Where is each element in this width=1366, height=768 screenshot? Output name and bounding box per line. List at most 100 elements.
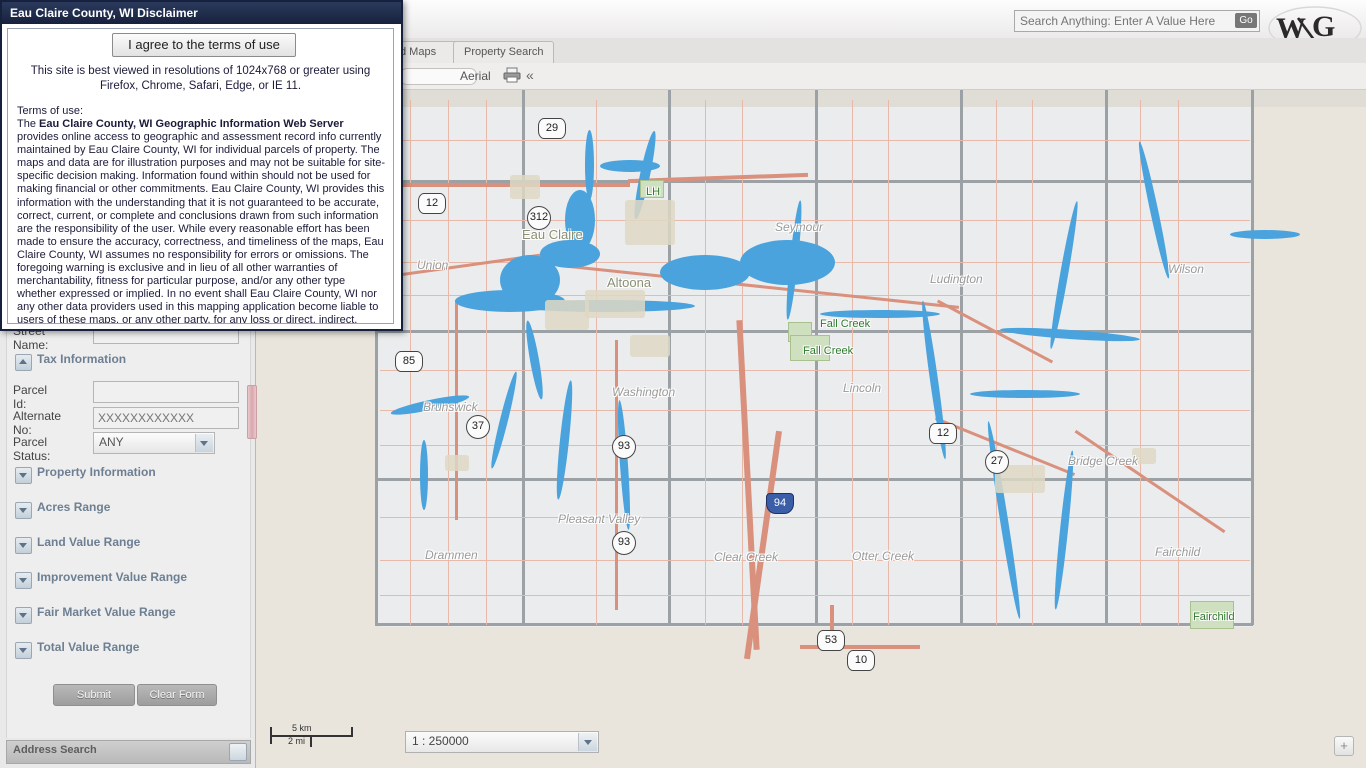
agree-terms-button[interactable]: I agree to the terms of use <box>112 33 296 57</box>
road <box>380 560 1250 561</box>
township-line <box>1251 62 1254 625</box>
aerial-layer-label[interactable]: Aerial <box>460 69 491 83</box>
map-label: Bridge Creek <box>1068 454 1138 468</box>
parcel-status-select[interactable]: ANY <box>93 432 215 454</box>
search-go-button[interactable]: Go <box>1235 13 1257 28</box>
route-shield: 85 <box>395 351 423 372</box>
road <box>888 100 889 625</box>
chevron-down-icon[interactable] <box>195 434 213 452</box>
road <box>852 100 853 625</box>
terms-bold-phrase: Eau Claire County, WI Geographic Informa… <box>39 118 344 130</box>
search-box[interactable]: Go <box>1014 10 1260 32</box>
road <box>596 100 597 625</box>
collapse-panel-icon[interactable]: « <box>526 67 534 83</box>
map-label: Drammen <box>425 548 478 562</box>
river <box>660 255 750 290</box>
print-icon[interactable] <box>503 67 521 83</box>
urban-area <box>445 455 469 471</box>
clear-form-button[interactable]: Clear Form <box>137 684 217 706</box>
chevron-down-icon <box>19 543 27 548</box>
scale-mi-label: 2 mi <box>288 736 305 746</box>
route-shield: 94 <box>766 493 794 514</box>
address-search-bar[interactable]: Address Search <box>6 740 251 764</box>
sidebar-collapse-handle[interactable] <box>247 385 257 439</box>
river <box>420 440 428 510</box>
urban-area <box>545 300 589 330</box>
dialog-body: I agree to the terms of use This site is… <box>7 28 394 324</box>
submit-button[interactable]: Submit <box>53 684 135 706</box>
township-line <box>522 62 525 625</box>
road <box>996 100 997 625</box>
road <box>448 100 449 625</box>
map-label: Lincoln <box>843 381 881 395</box>
river <box>600 160 660 172</box>
road <box>1032 100 1033 625</box>
parcel-id-label: Parcel Id: <box>13 383 47 411</box>
chevron-up-icon <box>19 359 27 364</box>
section-toggle-icon[interactable] <box>15 354 32 371</box>
scale-tick <box>310 735 312 747</box>
best-viewed-notice: This site is best viewed in resolutions … <box>18 64 383 94</box>
map-label: Ludington <box>930 272 983 286</box>
river <box>585 130 594 200</box>
map-label: Fairchild <box>1155 545 1200 559</box>
scale-km-label: 5 km <box>292 723 312 733</box>
dialog-title: Eau Claire County, WI Disclaimer <box>10 6 198 20</box>
township-line <box>960 62 963 625</box>
chevron-down-icon <box>19 508 27 513</box>
road <box>380 517 1250 518</box>
alternate-no-label: Alternate No: <box>13 409 61 437</box>
chevron-down-icon <box>19 473 27 478</box>
urban-area <box>625 200 675 245</box>
expand-icon[interactable] <box>229 743 247 761</box>
alternate-no-input[interactable] <box>93 407 239 429</box>
map-label: Seymour <box>775 220 823 234</box>
parcel-status-label: Parcel Status: <box>13 435 50 463</box>
map-label: Otter Creek <box>852 549 914 563</box>
zoom-in-button[interactable]: + <box>1334 736 1354 756</box>
map-label: Eau Claire <box>522 227 583 242</box>
route-shield: 53 <box>817 630 845 651</box>
map-toolbar: Aerial « <box>255 63 1366 90</box>
map-label: Pleasant Valley <box>558 512 640 526</box>
section-title: Property Information <box>37 465 156 479</box>
road <box>380 445 1250 446</box>
chevron-down-icon <box>19 613 27 618</box>
section-toggle-icon[interactable] <box>15 537 32 554</box>
section-toggle-icon[interactable] <box>15 642 32 659</box>
map-label: Wilson <box>1168 262 1204 276</box>
section-title: Land Value Range <box>37 535 140 549</box>
map-label: Washington <box>612 385 675 399</box>
search-input[interactable] <box>1015 11 1238 31</box>
parcel-id-input[interactable] <box>93 381 239 403</box>
tab-property-search[interactable]: Property Search <box>453 41 554 63</box>
map-scale-select[interactable]: 1 : 250000 <box>405 731 599 753</box>
map-label: Brunswick <box>423 400 478 414</box>
section-toggle-icon[interactable] <box>15 607 32 624</box>
chevron-down-icon[interactable] <box>578 733 597 751</box>
map-outside-east <box>1253 62 1366 768</box>
map-label: Fall Creek <box>820 318 870 330</box>
route-shield: 312 <box>527 206 551 230</box>
map-label: Clear Creek <box>714 550 778 564</box>
dialog-title-bar: Eau Claire County, WI Disclaimer <box>2 2 401 24</box>
section-toggle-icon[interactable] <box>15 467 32 484</box>
road <box>380 595 1250 596</box>
route-shield: 10 <box>847 650 875 671</box>
section-title: Fair Market Value Range <box>37 605 176 619</box>
section-toggle-icon[interactable] <box>15 572 32 589</box>
township-line <box>1105 62 1108 625</box>
scale-tick <box>351 727 353 737</box>
map-label: Fairchild <box>1193 611 1235 623</box>
road <box>380 140 1250 141</box>
chevron-down-icon <box>19 648 27 653</box>
river <box>970 390 1080 398</box>
terms-of-use-label: Terms of use: <box>17 105 83 117</box>
section-title: Total Value Range <box>37 640 139 654</box>
map-label: Fall Creek <box>803 345 853 357</box>
route-shield: 29 <box>538 118 566 139</box>
section-toggle-icon[interactable] <box>15 502 32 519</box>
map-label: Union <box>417 258 448 272</box>
map-label: Altoona <box>607 275 651 290</box>
urban-area <box>585 290 645 318</box>
